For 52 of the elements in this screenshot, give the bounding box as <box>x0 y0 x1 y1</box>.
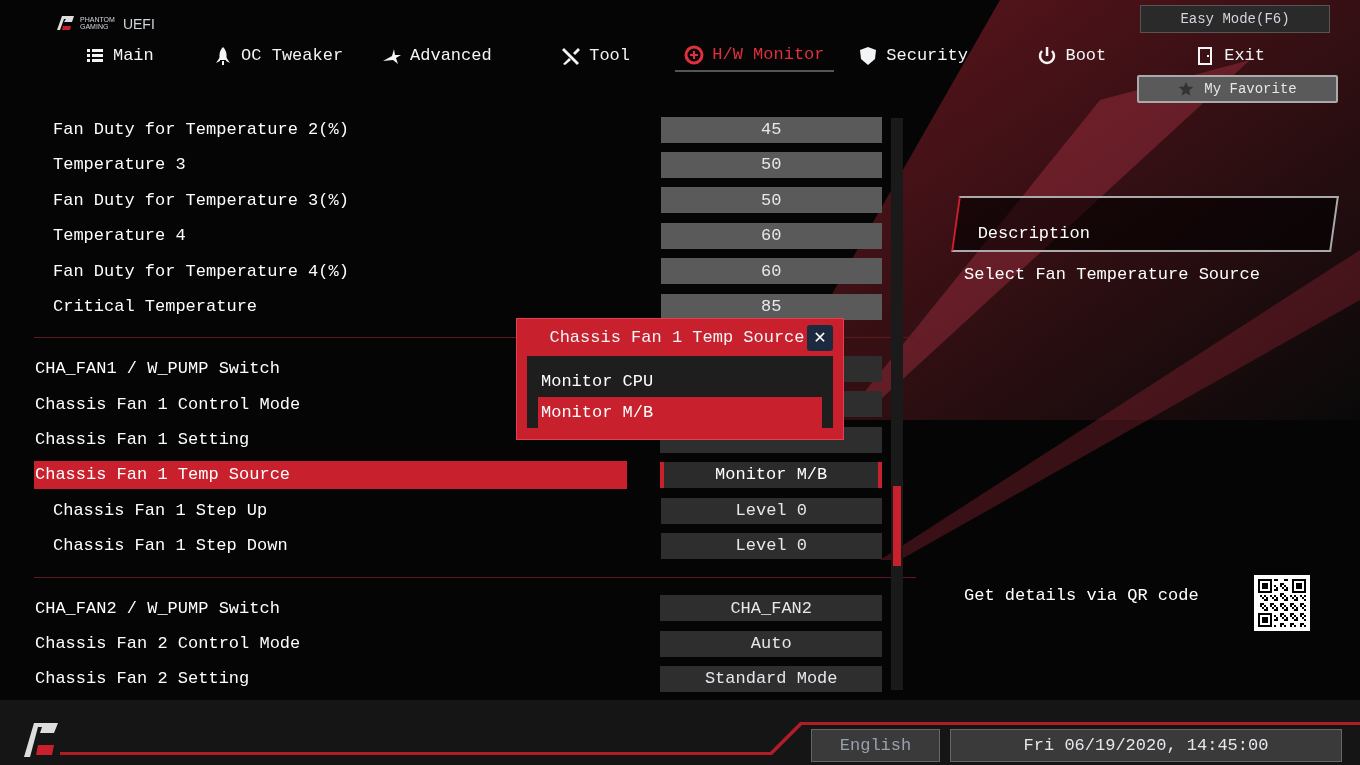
logo-icon <box>54 13 76 32</box>
power-icon <box>1037 46 1058 66</box>
scroll-thumb[interactable] <box>893 486 901 566</box>
star-icon <box>1178 81 1195 97</box>
setting-label[interactable]: Fan Duty for Temperature 2(%) <box>34 115 628 144</box>
setting-label[interactable]: Temperature 4 <box>34 221 628 250</box>
setting-label[interactable]: Critical Temperature <box>34 292 628 321</box>
setting-label[interactable]: CHA_FAN2 / W_PUMP Switch <box>34 594 628 623</box>
tab[interactable]: Security <box>833 40 993 72</box>
tab[interactable]: Advanced <box>357 40 517 72</box>
tab[interactable]: OC Tweaker <box>198 40 358 72</box>
description-title: Description <box>977 222 1090 245</box>
close-button[interactable]: ✕ <box>807 324 833 351</box>
qr-hint-text: Get details via QR code <box>964 584 1199 607</box>
qr-code <box>1254 574 1310 631</box>
tab[interactable]: Boot <box>992 40 1152 72</box>
setting-value[interactable]: 60 <box>660 258 882 285</box>
tab[interactable]: Main <box>40 40 199 72</box>
badge-icon <box>858 46 879 66</box>
setting-value[interactable]: Level 0 <box>660 497 882 524</box>
tools-icon <box>561 46 582 66</box>
setting-label[interactable]: Chassis Fan 1 Step Down <box>34 532 628 560</box>
setting-value[interactable]: 45 <box>660 116 882 143</box>
tab[interactable]: Tool <box>516 40 675 72</box>
setting-value[interactable]: Standard Mode <box>660 666 882 693</box>
tab[interactable]: Exit <box>1151 40 1310 72</box>
setting-value[interactable]: Monitor M/B <box>660 462 882 489</box>
popup-option[interactable]: Monitor CPU <box>538 366 822 397</box>
setting-value[interactable]: 50 <box>660 152 882 179</box>
setting-value[interactable]: 60 <box>660 222 882 249</box>
popup-title: Chassis Fan 1 Temp Source <box>548 326 806 349</box>
language-button[interactable]: English <box>811 729 940 762</box>
my-favorite-button[interactable]: My Favorite <box>1137 75 1338 103</box>
setting-label[interactable]: Chassis Fan 2 Control Mode <box>34 629 628 658</box>
tab[interactable]: H/W Monitor <box>675 40 834 72</box>
setting-value[interactable]: Auto <box>660 630 882 657</box>
setting-label[interactable]: Chassis Fan 1 Step Up <box>34 496 628 525</box>
popup-option[interactable]: Monitor M/B <box>538 397 822 428</box>
setting-label[interactable]: Chassis Fan 2 Setting <box>34 665 628 694</box>
scrollbar[interactable] <box>891 118 903 690</box>
setting-value[interactable]: CHA_FAN2 <box>660 595 882 622</box>
setting-label[interactable]: Chassis Fan 1 Temp Source <box>34 461 628 490</box>
setting-value[interactable]: Level 0 <box>660 533 882 559</box>
setting-value[interactable]: 50 <box>660 187 882 214</box>
logo-product-text: UEFI <box>122 15 155 34</box>
easy-mode-button[interactable]: Easy Mode(F6) <box>1140 5 1330 33</box>
description-text: Select Fan Temperature Source <box>964 264 1261 286</box>
setting-label[interactable]: Fan Duty for Temperature 4(%) <box>34 257 628 286</box>
setting-label[interactable]: Temperature 3 <box>34 151 628 180</box>
setting-value[interactable]: 85 <box>660 293 882 320</box>
setting-label[interactable]: Fan Duty for Temperature 3(%) <box>34 186 628 215</box>
datetime-button[interactable]: Fri 06/19/2020, 14:45:00 <box>950 729 1342 762</box>
